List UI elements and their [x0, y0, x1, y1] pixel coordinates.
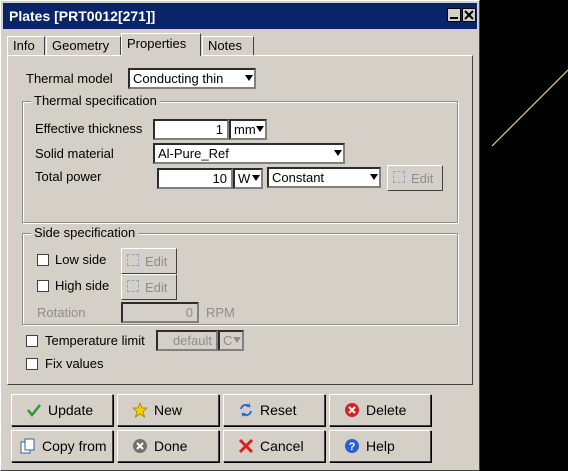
side-specification-title: Side specification [31, 225, 139, 240]
temperature-unit-select[interactable]: C [218, 330, 244, 351]
update-label: Update [48, 402, 94, 418]
chevron-down-icon [245, 75, 253, 81]
copy-from-label: Copy from [42, 438, 107, 454]
reset-button[interactable]: Reset [223, 394, 325, 426]
refresh-icon [240, 403, 252, 417]
tab-info[interactable]: Info [7, 36, 45, 55]
copy-icon [20, 438, 35, 454]
temperature-limit-label: Temperature limit [45, 333, 145, 348]
thickness-unit-value: mm [234, 122, 256, 137]
effective-thickness-input[interactable]: 1 [153, 119, 229, 140]
low-side-edit-button[interactable]: Edit [121, 248, 177, 274]
power-mode-value: Constant [272, 170, 325, 185]
thermal-specification-group: Thermal specification Effective thicknes… [22, 93, 458, 223]
svg-text:?: ? [349, 441, 356, 453]
minimize-button[interactable] [447, 8, 461, 22]
fix-values-checkbox[interactable] [26, 358, 38, 370]
thermal-model-label: Thermal model [26, 71, 113, 86]
thermal-model-select[interactable]: Conducting thin [128, 68, 256, 89]
checkmark-icon [27, 404, 41, 418]
delete-label: Delete [366, 402, 407, 418]
cancel-button[interactable]: Cancel [223, 430, 325, 462]
power-edit-button[interactable]: Edit [387, 165, 443, 191]
thickness-unit-select[interactable]: mm [229, 119, 267, 140]
close-button[interactable] [462, 8, 476, 22]
help-label: Help [366, 438, 395, 454]
delete-button[interactable]: Delete [329, 394, 431, 426]
reset-label: Reset [260, 402, 297, 418]
solid-material-select[interactable]: Al-Pure_Ref [153, 143, 345, 164]
high-side-edit-button[interactable]: Edit [121, 274, 177, 300]
help-icon: ? [345, 439, 359, 453]
chevron-down-icon [252, 175, 260, 181]
side-specification-group: Side specification Low side Edit High si… [22, 225, 458, 325]
solid-material-value: Al-Pure_Ref [158, 146, 229, 161]
new-button[interactable]: New [117, 394, 219, 426]
high-side-edit-label: Edit [145, 280, 168, 295]
chevron-down-icon [334, 150, 342, 156]
power-unit-value: W [238, 171, 251, 186]
rotation-label: Rotation [37, 305, 86, 320]
cancel-icon [238, 438, 254, 454]
fix-values-label: Fix values [45, 356, 104, 371]
window-title: Plates [PRT0012[271]] [9, 8, 156, 24]
high-side-checkbox[interactable] [37, 280, 49, 292]
update-button[interactable]: Update [11, 394, 113, 426]
edit-icon [127, 254, 139, 266]
high-side-label: High side [55, 278, 110, 293]
done-label: Done [154, 438, 188, 454]
total-power-input[interactable]: 10 [157, 168, 233, 189]
chevron-down-icon [370, 174, 378, 180]
thermal-model-value: Conducting thin [133, 71, 224, 86]
rotation-unit: RPM [206, 305, 235, 320]
power-mode-select[interactable]: Constant [267, 167, 381, 188]
done-button[interactable]: Done [117, 430, 219, 462]
chevron-down-icon [233, 337, 241, 343]
copy-from-button[interactable]: Copy from [11, 430, 113, 462]
done-icon [133, 439, 147, 453]
geometry-edge-line [491, 69, 568, 147]
low-side-label: Low side [55, 252, 107, 267]
total-power-label: Total power [35, 169, 102, 184]
star-icon [132, 402, 148, 418]
tab-properties[interactable]: Properties [121, 33, 201, 56]
close-icon [464, 10, 474, 20]
chevron-down-icon [256, 126, 264, 132]
temperature-limit-checkbox[interactable] [26, 335, 38, 347]
title-bar[interactable]: Plates [PRT0012[271]] [3, 3, 477, 29]
new-label: New [154, 402, 183, 418]
low-side-edit-label: Edit [145, 254, 168, 269]
properties-panel: Thermal model Conducting thin Thermal sp… [7, 55, 473, 385]
low-side-checkbox[interactable] [37, 254, 49, 266]
power-unit-select[interactable]: W [233, 168, 263, 189]
thermal-specification-title: Thermal specification [31, 93, 160, 108]
help-button[interactable]: ? Help [329, 430, 431, 462]
power-edit-label: Edit [411, 171, 434, 186]
plates-dialog: Plates [PRT0012[271]] Info Geometry Prop… [0, 0, 480, 471]
tab-geometry[interactable]: Geometry [46, 36, 121, 55]
tab-notes[interactable]: Notes [202, 36, 254, 55]
effective-thickness-label: Effective thickness [35, 121, 143, 136]
temperature-limit-input[interactable]: default [156, 330, 218, 351]
solid-material-label: Solid material [35, 146, 114, 161]
rotation-input[interactable]: 0 [121, 302, 199, 323]
edit-icon [127, 280, 139, 292]
viewport-canvas[interactable] [480, 0, 568, 471]
cancel-label: Cancel [260, 438, 304, 454]
edit-icon [393, 171, 405, 183]
delete-icon [345, 403, 359, 417]
temperature-unit-value: C [223, 333, 233, 348]
